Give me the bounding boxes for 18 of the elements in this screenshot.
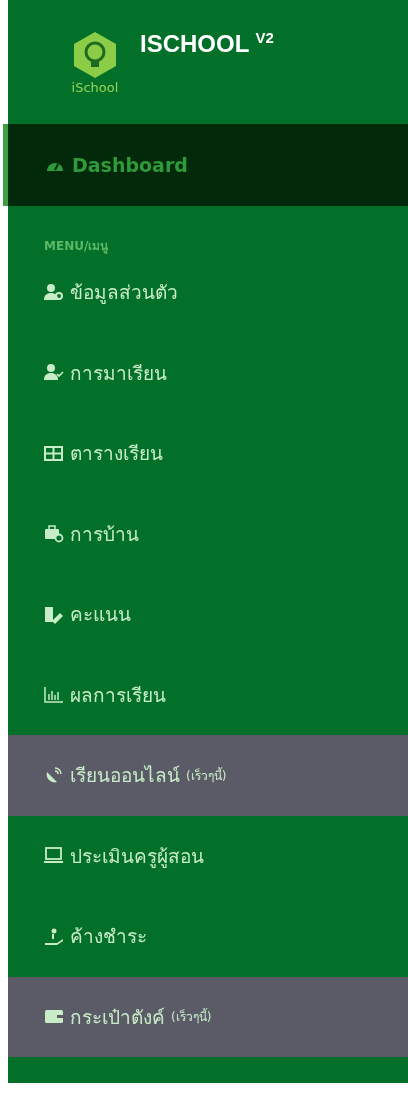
section-label: MENU/เมนู <box>43 238 110 252</box>
satellite-dish-icon <box>44 765 64 785</box>
briefcase-icon <box>44 524 64 544</box>
menu-item[interactable]: ค้างชำระ <box>8 896 408 977</box>
logo-text: iSchool <box>71 79 119 95</box>
user-check-icon <box>44 363 64 383</box>
table-icon <box>44 443 64 463</box>
user-gear-icon <box>44 282 64 302</box>
menu-item[interactable]: ตารางเรียน <box>8 413 408 494</box>
menu-item[interactable]: คะแนน <box>8 574 408 655</box>
menu-item[interactable]: ประเมินครูผู้สอน <box>8 815 408 896</box>
menu-item[interactable]: การมาเรียน <box>8 332 408 413</box>
app-title: ISCHOOL $^{V2}$ <box>140 28 274 58</box>
laptop-icon <box>44 846 64 866</box>
menu-item[interactable]: ผลการเรียน <box>8 654 408 735</box>
bar-chart-icon <box>44 685 64 705</box>
menu-item[interactable]: การบ้าน <box>8 493 408 574</box>
dashboard-item[interactable]: Dashboard <box>3 124 408 206</box>
